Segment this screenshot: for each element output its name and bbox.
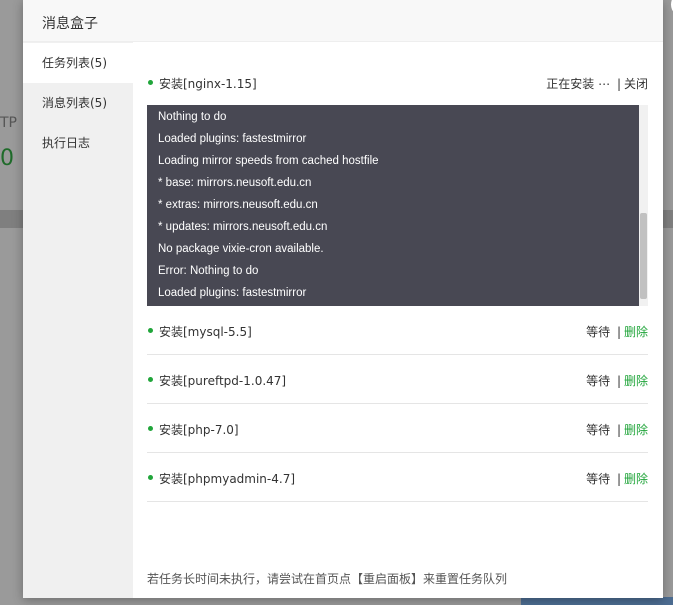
sidebar-item-exec-log[interactable]: 执行日志 xyxy=(23,123,133,163)
task-list-panel: 安装[nginx-1.15] 正在安装 ⋯ | 关闭 Nothing to do … xyxy=(133,42,663,598)
log-line: Error: Nothing to do xyxy=(158,265,259,277)
delete-task-button[interactable]: 删除 xyxy=(624,423,648,437)
delete-task-button[interactable]: 删除 xyxy=(624,472,648,486)
task-row: 安装[pureftpd-1.0.47] 等待 | 删除 xyxy=(147,355,648,404)
sidebar-item-task-list[interactable]: 任务列表(5) xyxy=(23,43,133,83)
task-name: 安装[mysql-5.5] xyxy=(159,325,252,339)
task-status: 正在安装 ⋯ xyxy=(546,77,611,91)
log-line: Loaded plugins: fastestmirror xyxy=(158,133,307,145)
delete-task-button[interactable]: 删除 xyxy=(624,374,648,388)
separator: | xyxy=(616,77,621,91)
task-status: 等待 xyxy=(586,374,611,388)
dialog-title: 消息盒子 xyxy=(42,16,98,32)
background-button xyxy=(521,597,673,605)
sidebar: 任务列表(5) 消息列表(5) 执行日志 xyxy=(23,42,133,598)
background-ftp-label: TP xyxy=(0,115,17,131)
separator: | xyxy=(616,472,621,486)
task-row: 安装[php-7.0] 等待 | 删除 xyxy=(147,404,648,453)
separator: | xyxy=(616,325,621,339)
task-row: 安装[mysql-5.5] 等待 | 删除 xyxy=(147,306,648,355)
status-dot-icon xyxy=(148,80,153,85)
task-status: 等待 xyxy=(586,325,611,339)
status-dot-icon xyxy=(148,377,153,382)
log-line: No package vixie-cron available. xyxy=(158,243,324,255)
task-name: 安装[phpmyadmin-4.7] xyxy=(159,472,296,486)
task-name: 安装[nginx-1.15] xyxy=(159,77,257,91)
task-actions: 等待 | 删除 xyxy=(586,372,648,389)
log-line: Loading mirror speeds from cached hostfi… xyxy=(158,155,379,167)
close-task-button[interactable]: 关闭 xyxy=(624,77,648,91)
delete-task-button[interactable]: 删除 xyxy=(624,325,648,339)
install-log-console[interactable]: Nothing to do Loaded plugins: fastestmir… xyxy=(147,105,648,306)
log-line: * base: mirrors.neusoft.edu.cn xyxy=(158,177,312,189)
sidebar-item-message-list[interactable]: 消息列表(5) xyxy=(23,83,133,123)
sidebar-item-label: 消息列表(5) xyxy=(42,96,107,110)
status-dot-icon xyxy=(148,426,153,431)
task-status: 等待 xyxy=(586,423,611,437)
background-number: 0 xyxy=(0,146,14,171)
message-box-dialog: 消息盒子 任务列表(5) 消息列表(5) 执行日志 安装[nginx-1.15]… xyxy=(23,0,673,598)
sidebar-item-label: 任务列表(5) xyxy=(42,56,107,70)
task-actions: 正在安装 ⋯ | 关闭 xyxy=(546,75,648,92)
task-actions: 等待 | 删除 xyxy=(586,470,648,487)
sidebar-item-label: 执行日志 xyxy=(42,136,91,150)
dialog-header: 消息盒子 xyxy=(23,0,663,42)
footer-tip: 若任务长时间未执行，请尝试在首页点【重启面板】来重置任务队列 xyxy=(147,572,508,586)
separator: | xyxy=(616,423,621,437)
task-row: 安装[phpmyadmin-4.7] 等待 | 删除 xyxy=(147,453,648,502)
task-status: 等待 xyxy=(586,472,611,486)
log-line: * extras: mirrors.neusoft.edu.cn xyxy=(158,199,318,211)
status-dot-icon xyxy=(148,475,153,480)
task-name: 安装[php-7.0] xyxy=(159,423,239,437)
log-scrollbar[interactable] xyxy=(639,105,648,306)
log-line: * updates: mirrors.neusoft.edu.cn xyxy=(158,221,328,233)
task-name: 安装[pureftpd-1.0.47] xyxy=(159,374,287,388)
task-actions: 等待 | 删除 xyxy=(586,421,648,438)
log-line: Loaded plugins: fastestmirror xyxy=(158,287,307,299)
log-scrollbar-thumb[interactable] xyxy=(640,213,647,299)
task-actions: 等待 | 删除 xyxy=(586,323,648,340)
separator: | xyxy=(616,374,621,388)
log-line: Nothing to do xyxy=(158,111,227,123)
status-dot-icon xyxy=(148,328,153,333)
